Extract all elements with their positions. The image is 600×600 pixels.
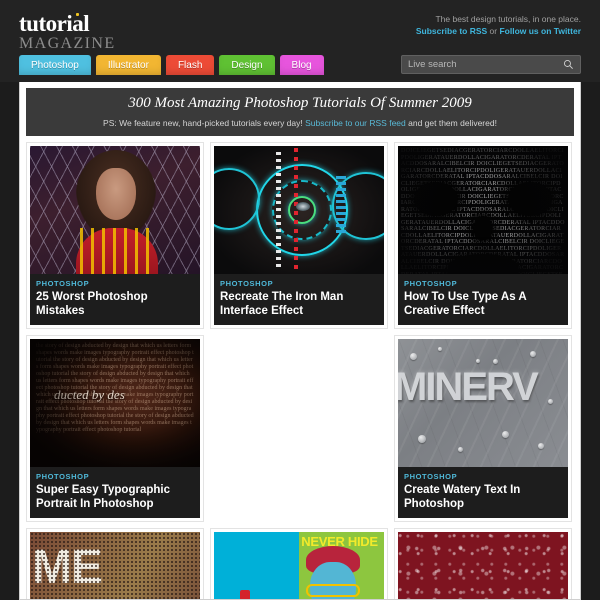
thumbnail-artwork-halftone: ME <box>30 532 200 599</box>
tutorial-thumbnail[interactable] <box>214 146 384 274</box>
tutorial-category[interactable]: PHOTOSHOP <box>220 279 378 288</box>
tutorial-meta: PHOTOSHOP Super Easy Typographic Portrait… <box>30 467 200 519</box>
nav-tab-label: Flash <box>177 59 203 71</box>
tutorial-card[interactable]: NEVER HIDE <box>210 528 388 599</box>
tutorial-category[interactable]: PHOTOSHOP <box>36 279 194 288</box>
tutorial-card[interactable]: DOICLIEGETSEDIACGERATORCIARCDOLLAELITORC… <box>394 142 572 330</box>
logo-dot <box>76 13 79 16</box>
nav-tab-label: Illustrator <box>107 59 149 71</box>
promo-sub-after: and get them delivered! <box>405 118 497 128</box>
tutorial-meta: PHOTOSHOP How To Use Type As A Creative E… <box>398 274 568 326</box>
promo-headline: 300 Most Amazing Photoshop Tutorials Of … <box>128 95 472 111</box>
tutorial-category[interactable]: PHOTOSHOP <box>404 472 562 481</box>
search-box[interactable] <box>401 55 581 74</box>
tutorial-grid: PHOTOSHOP 25 Worst Photoshop Mistakes PHOT… <box>26 142 574 599</box>
search-input[interactable] <box>408 59 563 70</box>
tutorial-meta: PHOTOSHOP Recreate The Iron Man Interface… <box>214 274 384 326</box>
thumbnail-artwork-portrait: the story of design abducted by design t… <box>30 339 200 468</box>
tutorial-card[interactable]: MINERV PHOTOSHOP Create Watery Text In Pho… <box>394 335 572 523</box>
promo-banner[interactable]: 300 Most Amazing Photoshop Tutorials Of … <box>26 88 574 136</box>
tutorial-thumbnail[interactable] <box>30 146 200 274</box>
tutorial-thumbnail[interactable]: the story of design abducted by design t… <box>30 339 200 468</box>
nav-tab-blog[interactable]: Blog <box>279 55 324 75</box>
nav-tab-label: Photoshop <box>31 59 79 71</box>
tutorial-title[interactable]: Super Easy Typographic Portrait In Photo… <box>36 483 194 511</box>
tagline-text: The best design tutorials, in one place. <box>435 14 581 24</box>
thumbnail-artwork-water: MINERV <box>398 339 568 468</box>
thumbnail-artwork-splatter: orful <box>398 532 568 599</box>
header-tagline-block: The best design tutorials, in one place.… <box>416 13 581 38</box>
nav-tab-photoshop[interactable]: Photoshop <box>19 55 91 75</box>
or-separator: or <box>487 26 500 37</box>
subscribe-rss-link[interactable]: Subscribe to RSS <box>416 26 487 36</box>
promo-subtext: PS: We feature new, hand-picked tutorial… <box>26 118 574 128</box>
tutorial-thumbnail[interactable] <box>214 339 384 468</box>
thumbnail-artwork-girl <box>30 146 200 274</box>
tutorial-thumbnail[interactable]: DOICLIEGETSEDIACGERATORCIARCDOLLAELITORC… <box>398 146 568 274</box>
header-links: Subscribe to RSS or Follow us on Twitter <box>416 25 581 37</box>
tutorial-category[interactable]: PHOTOSHOP <box>36 472 194 481</box>
promo-rss-link[interactable]: Subscribe to our RSS feed <box>305 118 406 128</box>
tutorial-card[interactable]: PHOTOSHOP 25 Worst Photoshop Mistakes <box>26 142 204 330</box>
tutorial-category[interactable]: PHOTOSHOP <box>404 279 562 288</box>
tutorial-title[interactable]: Create Watery Text In Photoshop <box>404 483 562 511</box>
tutorial-card[interactable]: PHOTOSHOP Recreate The Iron Man Interface… <box>210 142 388 330</box>
primary-nav: Photoshop Illustrator Flash Design Blog <box>19 55 324 75</box>
tutorial-meta: PHOTOSHOP 25 Worst Photoshop Mistakes <box>30 274 200 326</box>
search-icon[interactable] <box>563 59 574 70</box>
tutorial-thumbnail[interactable]: MINERV <box>398 339 568 468</box>
site-header: tutorial MAGAZINE The best design tutori… <box>0 0 600 82</box>
logo-word-magazine: MAGAZINE <box>19 35 116 52</box>
thumbnail-artwork-poster: NEVER HIDE <box>214 532 384 599</box>
content-page: 300 Most Amazing Photoshop Tutorials Of … <box>19 82 581 600</box>
nav-tab-label: Design <box>231 59 263 71</box>
tutorial-title[interactable]: How To Use Type As A Creative Effect <box>404 290 562 318</box>
tutorial-thumbnail[interactable]: ME <box>30 532 200 599</box>
thumbnail-artwork-skull: DOICLIEGETSEDIACGERATORCIARCDOLLAELITORC… <box>398 146 568 274</box>
tutorial-card[interactable]: ME <box>26 528 204 599</box>
tutorial-card[interactable]: the story of design abducted by design t… <box>26 335 204 523</box>
tutorial-meta: PHOTOSHOP Create Watery Text In Photoshop <box>398 467 568 519</box>
nav-tab-design[interactable]: Design <box>219 55 275 75</box>
follow-twitter-link[interactable]: Follow us on Twitter <box>499 26 581 36</box>
tutorial-thumbnail[interactable]: NEVER HIDE <box>214 532 384 599</box>
tutorial-card[interactable]: orful <box>394 528 572 599</box>
nav-tab-label: Blog <box>291 59 312 71</box>
tutorial-thumbnail[interactable]: orful <box>398 532 568 599</box>
tutorial-card[interactable] <box>210 335 388 523</box>
promo-sub-before: PS: We feature new, hand-picked tutorial… <box>103 118 306 128</box>
tutorial-title[interactable]: Recreate The Iron Man Interface Effect <box>220 290 378 318</box>
thumbnail-artwork-hud <box>214 146 384 274</box>
logo-word-tutorial: tutorial <box>19 11 90 36</box>
site-logo[interactable]: tutorial MAGAZINE <box>19 12 116 52</box>
nav-tab-illustrator[interactable]: Illustrator <box>95 55 161 75</box>
nav-tab-flash[interactable]: Flash <box>165 55 215 75</box>
tutorial-title[interactable]: 25 Worst Photoshop Mistakes <box>36 290 194 318</box>
